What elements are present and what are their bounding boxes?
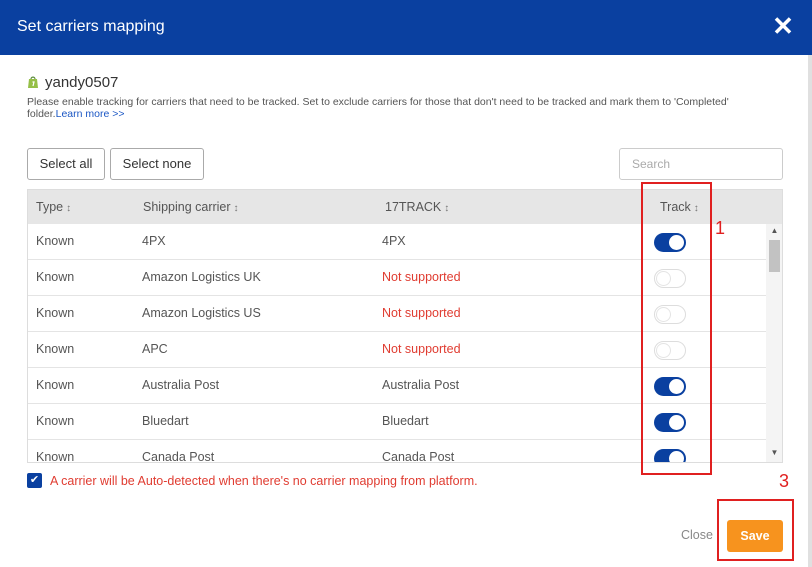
select-all-button[interactable]: Select all	[27, 148, 105, 180]
dialog-title: Set carriers mapping	[17, 18, 165, 35]
annotation-marker-1: 1	[715, 218, 726, 238]
store-name: yandy0507	[45, 73, 119, 91]
auto-detect-label: A carrier will be Auto-detected when the…	[50, 473, 478, 488]
cell-17track: Canada Post	[382, 450, 455, 463]
cell-shipping-carrier: Australia Post	[142, 378, 220, 392]
cell-type: Known	[36, 270, 75, 284]
sort-icon: ↕	[66, 203, 72, 214]
carrier-mapping-dialog: Set carriers mapping ✕ yandy0507 Please …	[0, 0, 812, 567]
cell-17track: Not supported	[382, 270, 461, 284]
scroll-up-arrow-icon[interactable]: ▲	[766, 224, 782, 238]
auto-detect-checkbox[interactable]: ✔	[27, 473, 42, 488]
cell-type: Known	[36, 414, 75, 428]
close-button[interactable]: Close	[681, 528, 713, 542]
cell-shipping-carrier: Bluedart	[142, 414, 189, 428]
search-input[interactable]	[619, 148, 783, 180]
store-info: yandy0507	[27, 72, 118, 92]
cell-shipping-carrier: Canada Post	[142, 450, 215, 463]
sort-icon: ↕	[444, 203, 450, 214]
shopify-bag-icon	[28, 76, 38, 88]
cell-type: Known	[36, 306, 75, 320]
select-none-button[interactable]: Select none	[110, 148, 204, 180]
column-17track[interactable]: 17TRACK ↕	[385, 200, 449, 214]
column-shipping-carrier[interactable]: Shipping carrier ↕	[143, 200, 239, 214]
annotation-marker-3: 3	[779, 471, 790, 491]
column-type[interactable]: Type ↕	[36, 200, 71, 214]
cell-shipping-carrier: 4PX	[142, 234, 166, 248]
sort-icon: ↕	[233, 203, 239, 214]
cell-shipping-carrier: Amazon Logistics US	[142, 306, 261, 320]
dialog-edge	[808, 55, 812, 567]
cell-shipping-carrier: APC	[142, 342, 168, 356]
auto-detect-option: ✔ A carrier will be Auto-detected when t…	[27, 473, 478, 488]
cell-17track: Not supported	[382, 306, 461, 320]
table-scrollbar[interactable]: ▲ ▼	[766, 224, 782, 462]
cell-type: Known	[36, 378, 75, 392]
scroll-down-arrow-icon[interactable]: ▼	[766, 446, 782, 460]
cell-17track: Australia Post	[382, 378, 460, 392]
close-icon[interactable]: ✕	[770, 13, 796, 40]
cell-type: Known	[36, 450, 75, 463]
dialog-header: Set carriers mapping ✕	[0, 0, 812, 55]
scroll-thumb[interactable]	[769, 240, 780, 272]
annotation-box-track-column	[641, 182, 712, 475]
cell-17track: 4PX	[382, 234, 406, 248]
cell-17track: Not supported	[382, 342, 461, 356]
cell-shipping-carrier: Amazon Logistics UK	[142, 270, 261, 284]
cell-type: Known	[36, 342, 75, 356]
description: Please enable tracking for carriers that…	[27, 96, 767, 120]
cell-type: Known	[36, 234, 75, 248]
learn-more-link[interactable]: Learn more >>	[56, 108, 125, 120]
description-text: Please enable tracking for carriers that…	[27, 96, 729, 120]
annotation-box-save	[717, 499, 794, 561]
cell-17track: Bluedart	[382, 414, 429, 428]
